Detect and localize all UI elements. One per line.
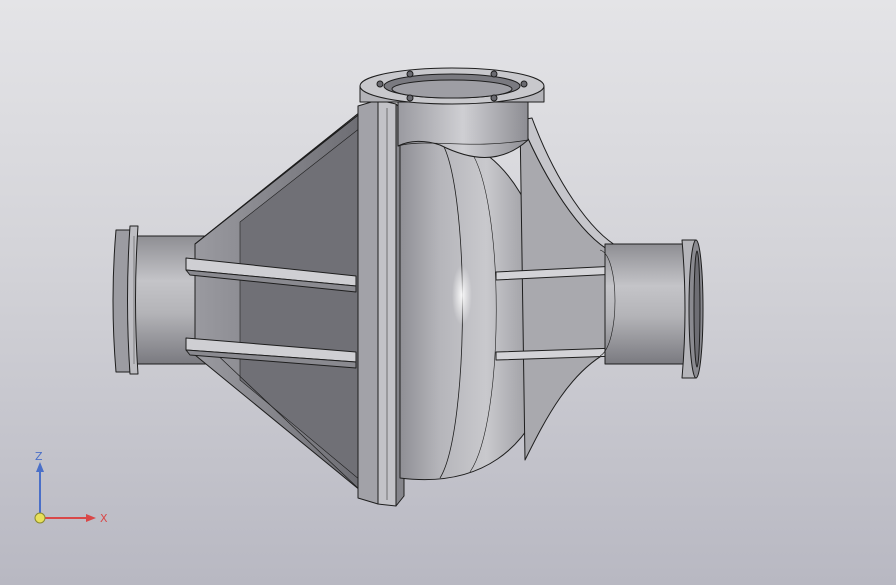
center-flange [357,99,405,507]
top-flange [359,67,545,105]
3d-viewport[interactable]: Z X [0,0,896,585]
pipe-fitting-model[interactable] [112,67,704,507]
z-axis-label: Z [35,450,43,463]
x-axis-label: X [100,512,108,525]
axis-triad: Z X [34,450,108,525]
left-flange [112,225,139,375]
right-pipe [599,243,688,365]
z-axis-arrow-icon [36,462,44,472]
left-cone-housing [194,103,373,501]
origin-icon [34,512,46,524]
x-axis-arrow-icon [86,514,96,522]
right-flange [681,239,704,379]
